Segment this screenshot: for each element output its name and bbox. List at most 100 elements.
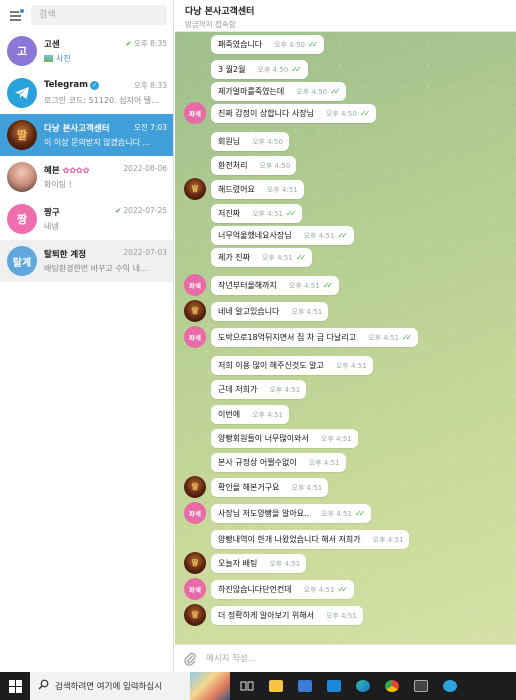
sender-avatar-image[interactable]: 딸 (184, 604, 206, 626)
message-time: 오후 4:51 (308, 458, 340, 467)
chat-time: ✔ 오후 8:35 (125, 39, 167, 48)
message-bubble[interactable]: 환전처리 오후 4:50 (211, 156, 297, 175)
message-bubble[interactable]: 회원님 오후 4:50 (211, 132, 289, 151)
chat-preview: 로그인 코드: 51120. 심지어 텔... (44, 96, 159, 105)
message-bubble[interactable]: 3 월2월 오후 4:50 ✓✓ (211, 60, 308, 79)
taskbar-search-text: 검색하려면 여기에 입력하십시 (55, 682, 163, 692)
chat-name: 다낭 본사고객센터 (44, 124, 110, 134)
app-icon[interactable] (409, 672, 433, 700)
message-time: 오후 4:51 (325, 611, 357, 620)
message-text: 이번에 (218, 410, 241, 419)
chat-item-gosen[interactable]: 고 고센 ✔ 오후 8:35 사진 (0, 30, 173, 72)
message-bubble[interactable]: 확인을 해본거구요 오후 4:51 (211, 478, 329, 497)
message-time: 오후 4:51 (269, 385, 301, 394)
message-input[interactable] (206, 653, 508, 664)
message-bubble[interactable]: 작년부터올해까지 오후 4:51 ✓✓ (211, 276, 340, 295)
message-bubble[interactable]: 너무억울했네요사장님 오후 4:51 ✓✓ (211, 226, 354, 245)
message-text: 회원님 (218, 137, 241, 146)
message-text: 저진짜 (218, 209, 241, 218)
message-text: 3 월2월 (218, 65, 246, 74)
message-time: 오후 4:51 (291, 307, 323, 316)
message-bubble[interactable]: 해드렸어요 오후 4:51 (211, 180, 304, 199)
message-bubble[interactable]: 저진짜 오후 4:51 ✓✓ (211, 204, 303, 223)
message-time: 오후 4:50 (259, 161, 291, 170)
telegram-taskbar-icon[interactable] (438, 672, 462, 700)
last-seen-status: 방금까지 접속함 (185, 20, 236, 29)
message-bubble[interactable]: 네네 알고있습니다 오후 4:51 (211, 302, 329, 321)
message-bubble[interactable]: 패죽였습니다 오후 4:50 ✓✓ (211, 35, 325, 54)
message-bubble[interactable]: 양빵내역이 한개 나왔었습니다 해서 저희가 오후 4:51 (211, 530, 410, 549)
message-area[interactable]: 패죽였습니다 오후 4:50 ✓✓ 3 월2월 오후 4:50 ✓✓ 제가얼마를죽였는데 오후… (175, 32, 516, 644)
double-check-icon: ✓✓ (359, 109, 371, 118)
flower-emoji-icons: ✿✿✿✿ (62, 166, 90, 175)
message-text: 사장님 저도양빵을 알아요.. (218, 509, 310, 518)
message-time: 오후 4:51 (335, 361, 367, 370)
message-time: 오후 4:50 (296, 87, 328, 96)
chat-item-deleted-account[interactable]: 탈계 탈퇴한 계정 2022-07-03 배팅환경한번 바꾸고 수익 내... (0, 240, 173, 282)
sender-avatar-pink[interactable]: 파색 (184, 274, 206, 296)
chat-time: 오전 7:03 (133, 123, 167, 132)
message-text: 진짜 감정이 상합니다 사장님 (218, 109, 314, 118)
message-bubble[interactable]: 사장님 저도양빵을 알아요.. 오후 4:51 ✓✓ (211, 504, 372, 523)
sender-avatar-pink[interactable]: 파색 (184, 578, 206, 600)
message-bubble[interactable]: 양빵회원들이 너무많이와서 오후 4:51 (211, 429, 358, 448)
message-bubble[interactable]: 이번에 오후 4:51 (211, 405, 289, 424)
sender-avatar-pink[interactable]: 파색 (184, 502, 206, 524)
sender-avatar-pink[interactable]: 파색 (184, 102, 206, 124)
chat-item-danang-support[interactable]: 딸 다낭 본사고객센터 오전 7:03 이 이상 문의받지 않겠습니다 ... (0, 114, 173, 156)
read-check-icon: ✔ (125, 39, 132, 48)
sender-avatar-pink[interactable]: 파색 (184, 326, 206, 348)
chat-item-jjanggu[interactable]: 짱 짱구 ✔ 2022-07-25 네넹 (0, 198, 173, 240)
avatar: 탈계 (7, 246, 37, 276)
message-bubble[interactable]: 하진않습니다단언컨데 오후 4:51 ✓✓ (211, 580, 354, 599)
hamburger-menu-icon[interactable] (8, 8, 24, 22)
message-bubble[interactable]: 저희 이용 많이 해주신것도 알고 오후 4:51 (211, 356, 373, 375)
double-check-icon: ✓✓ (401, 333, 413, 342)
message-time: 오후 4:51 (266, 185, 298, 194)
chat-time: 2022-07-03 (123, 248, 167, 257)
task-view-icon[interactable] (235, 672, 259, 700)
store-icon[interactable] (293, 672, 317, 700)
message-bubble[interactable]: 진짜 감정이 상합니다 사장님 오후 4:50 ✓✓ (211, 104, 377, 123)
chat-preview: 사진 (44, 53, 167, 64)
double-check-icon: ✓✓ (354, 509, 366, 518)
edge-browser-icon[interactable] (351, 672, 375, 700)
message-time: 오후 4:51 (320, 434, 352, 443)
double-check-icon: ✓✓ (322, 281, 334, 290)
message-time: 오후 4:51 (368, 333, 399, 342)
read-check-icon: ✔ (115, 206, 122, 215)
sender-avatar-image[interactable]: 딸 (184, 552, 206, 574)
conversation-header[interactable]: 다낭 본사고객센터 방금까지 접속함 (175, 0, 516, 32)
message-bubble[interactable]: 오늘자 배팅 오후 4:51 (211, 554, 307, 573)
chat-list-pane: 고 고센 ✔오후 8:35 사진 Telegram✓ 오후 8:33 로그인 코… (0, 0, 174, 672)
file-explorer-icon[interactable] (264, 672, 288, 700)
windows-start-button[interactable] (0, 672, 30, 700)
chat-item-telegram[interactable]: Telegram ✓ 오후 8:33 로그인 코드: 51120. 심지어 텔..… (0, 72, 173, 114)
message-time: 오후 4:50 (274, 40, 305, 49)
chrome-browser-icon[interactable] (380, 672, 404, 700)
message-time: 오후 4:50 (252, 137, 283, 146)
taskbar-search-box[interactable]: 검색하려면 여기에 입력하십시 (30, 672, 230, 700)
message-time: 오후 4:51 (252, 209, 283, 218)
sender-avatar-image[interactable]: 딸 (184, 178, 206, 200)
sender-avatar-image[interactable]: 딸 (184, 300, 206, 322)
chat-time: 2022-08-06 (123, 164, 167, 173)
message-bubble[interactable]: 더 정확하게 알아보기 위해서 오후 4:51 (211, 606, 363, 625)
message-bubble[interactable]: 제가 진짜 오후 4:51 ✓✓ (211, 248, 313, 267)
message-time: 오후 4:51 (303, 231, 335, 240)
verified-badge-icon: ✓ (89, 81, 99, 90)
chat-item-heaven[interactable]: 혜븐 ✿✿✿✿ 2022-08-06 화이팅 ! (0, 156, 173, 198)
paperclip-icon[interactable] (183, 652, 197, 666)
double-check-icon: ✓✓ (295, 253, 307, 262)
conversation-title: 다낭 본사고객센터 (185, 7, 255, 17)
message-bubble[interactable]: 도박으로18억뒤지면서 집 차 금 다날리고 오후 4:51 ✓✓ (211, 328, 419, 347)
search-input[interactable] (31, 5, 167, 25)
avatar: 짱 (7, 204, 37, 234)
message-bubble[interactable]: 근데 저희가 오후 4:51 (211, 380, 307, 399)
mail-icon[interactable] (322, 672, 346, 700)
chat-name: Telegram ✓ (44, 80, 99, 90)
sender-avatar-image[interactable]: 딸 (184, 476, 206, 498)
avatar-image (7, 162, 37, 192)
message-bubble[interactable]: 본사 규정상 어쩔수없이 오후 4:51 (211, 453, 346, 472)
message-bubble[interactable]: 제가얼마를죽였는데 오후 4:50 ✓✓ (211, 82, 347, 101)
